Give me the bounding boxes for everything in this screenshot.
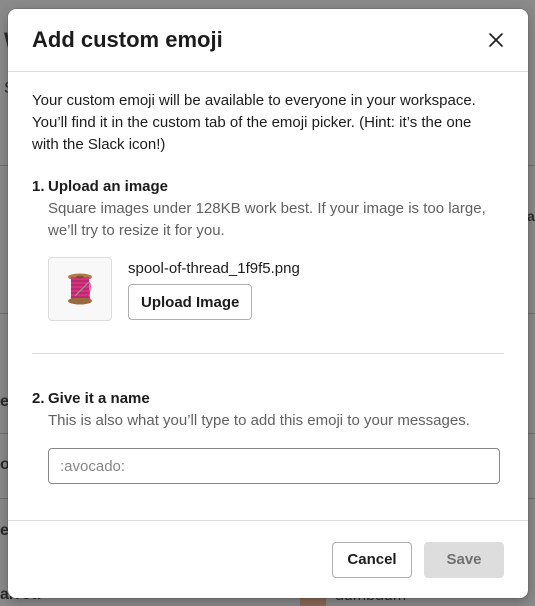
spool-of-thread-icon bbox=[68, 273, 92, 305]
step-hint: This is also what you’ll type to add thi… bbox=[48, 412, 470, 429]
upload-step: 1. Upload an image Square images under 12… bbox=[32, 176, 504, 321]
save-button[interactable]: Save bbox=[424, 541, 504, 578]
section-divider bbox=[32, 353, 504, 354]
cancel-button[interactable]: Cancel bbox=[332, 541, 412, 578]
dialog-footer: Cancel Save bbox=[8, 520, 528, 598]
step-number: 2. bbox=[32, 390, 45, 407]
close-icon bbox=[489, 33, 503, 47]
dialog-body: Your custom emoji will be available to e… bbox=[8, 72, 528, 484]
step-hint: Square images under 128KB work best. If … bbox=[48, 200, 486, 239]
step-heading: 1. Upload an image bbox=[32, 176, 504, 198]
step-title: Upload an image bbox=[48, 178, 169, 195]
dialog-header: Add custom emoji bbox=[8, 9, 528, 72]
add-custom-emoji-dialog: Add custom emoji Your custom emoji will … bbox=[8, 9, 528, 598]
step-heading: 2. Give it a name bbox=[32, 388, 504, 410]
upload-row: spool-of-thread_1f9f5.png Upload Image bbox=[32, 257, 504, 321]
background-fragment: a bbox=[527, 208, 535, 224]
step-number: 1. bbox=[32, 178, 45, 195]
emoji-name-input[interactable] bbox=[48, 448, 500, 484]
upload-details: spool-of-thread_1f9f5.png Upload Image bbox=[128, 257, 300, 321]
intro-text: Your custom emoji will be available to e… bbox=[32, 92, 476, 153]
step-title: Give it a name bbox=[48, 390, 150, 407]
file-name: spool-of-thread_1f9f5.png bbox=[128, 260, 300, 277]
emoji-preview bbox=[48, 257, 112, 321]
close-button[interactable] bbox=[482, 26, 510, 54]
name-step: 2. Give it a name This is also what you’l… bbox=[32, 388, 504, 484]
upload-image-button[interactable]: Upload Image bbox=[128, 284, 253, 320]
dialog-title: Add custom emoji bbox=[32, 27, 223, 52]
